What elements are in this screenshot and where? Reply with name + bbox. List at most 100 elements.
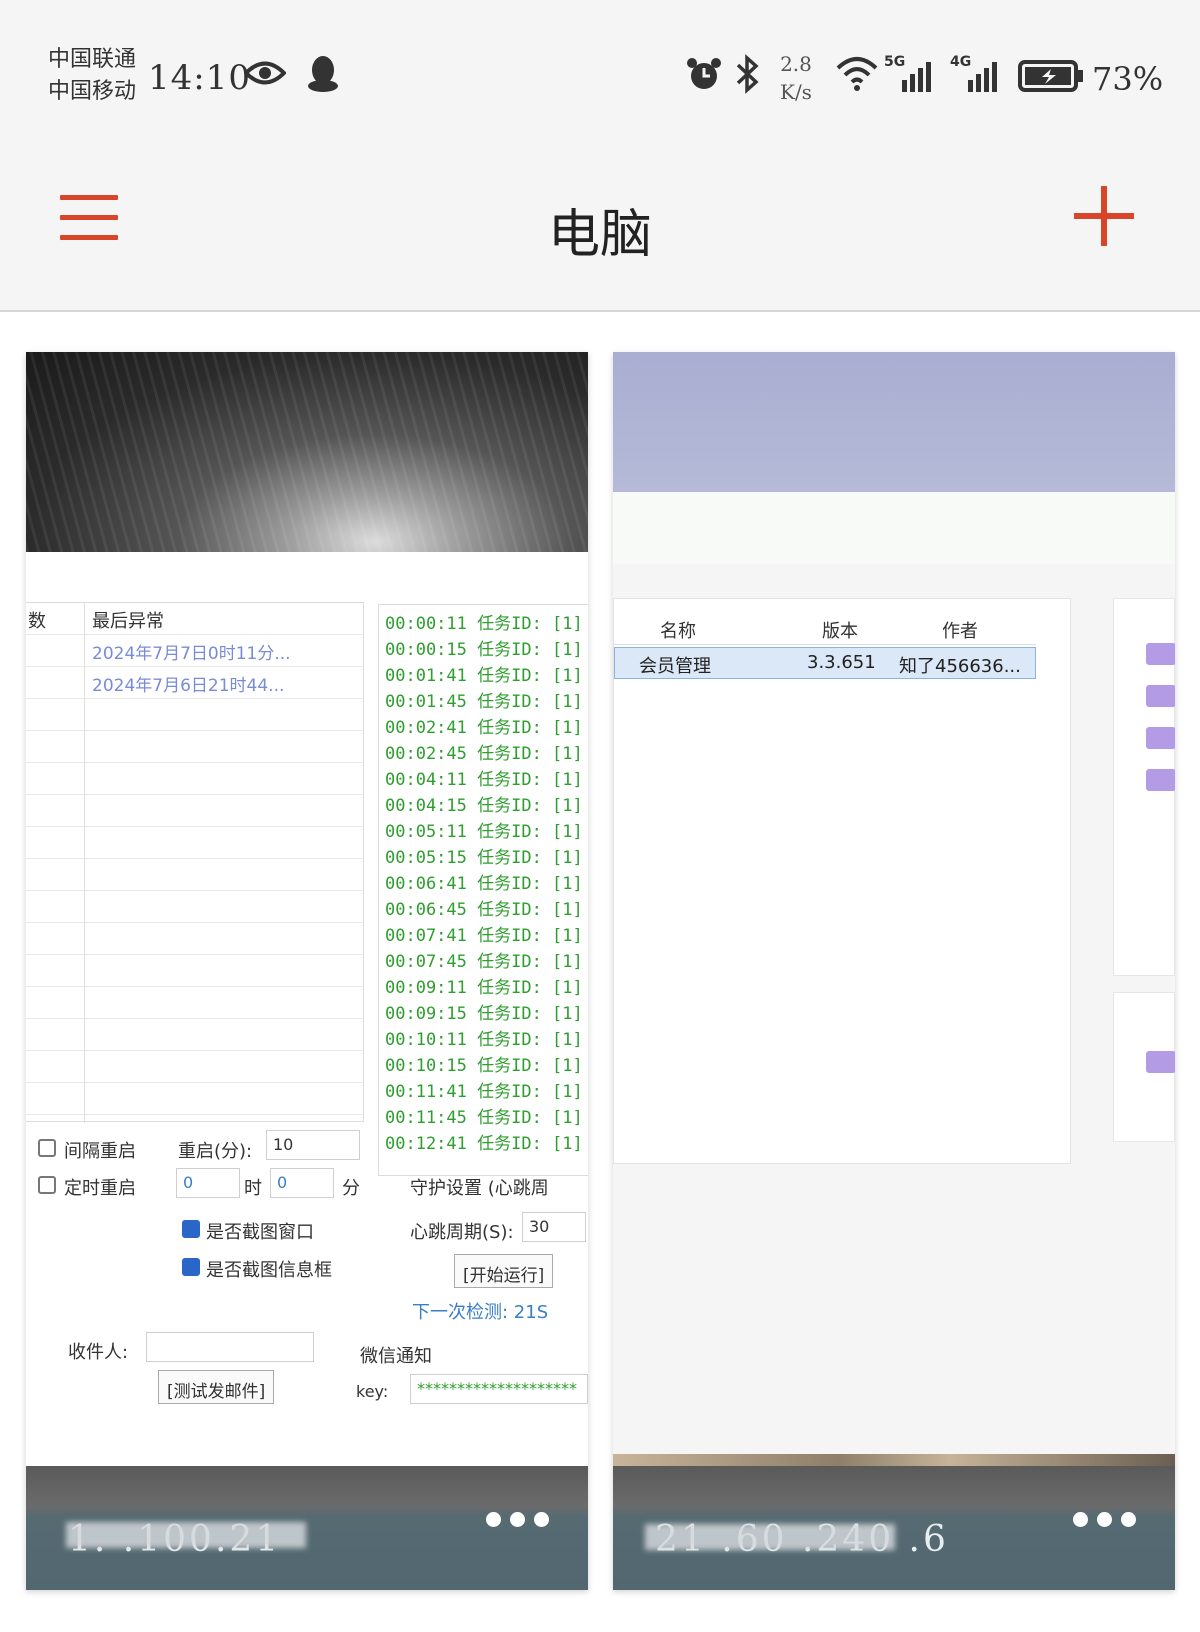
restart-minutes-label: 重启(分):	[178, 1141, 253, 1162]
log-line: 00:11:45 任务ID: [1]	[385, 1108, 583, 1128]
bluetooth-icon	[736, 54, 759, 94]
log-line: 00:00:11 任务ID: [1]	[385, 614, 583, 634]
capture-window-checkbox	[182, 1220, 200, 1238]
log-line: 00:04:15 任务ID: [1]	[385, 796, 583, 816]
timed-restart-checkbox	[38, 1176, 56, 1194]
log-line: 00:06:41 任务ID: [1]	[385, 874, 583, 894]
log-line: 00:02:45 任务ID: [1]	[385, 744, 583, 764]
more-dots-icon	[1073, 1512, 1088, 1527]
log-line: 00:07:45 任务ID: [1]	[385, 952, 583, 972]
app-bar: 电脑	[0, 150, 1200, 312]
side-panel	[1113, 992, 1175, 1142]
status-time: 14:10	[148, 58, 251, 98]
more-options-button[interactable]	[1073, 1508, 1137, 1532]
log-line: 00:10:15 任务ID: [1]	[385, 1056, 583, 1076]
log-line: 00:11:41 任务ID: [1]	[385, 1082, 583, 1102]
log-line: 00:12:41 任务ID: [1]	[385, 1134, 583, 1154]
log-line: 00:05:15 任务ID: [1]	[385, 848, 583, 868]
eye-icon	[244, 61, 286, 85]
table-header: 名称 版本 作者	[614, 613, 1036, 645]
more-dots-icon	[486, 1512, 501, 1527]
device-card[interactable]: 名称 版本 作者 会员管理 3.3.651 知了456636... 21 .60…	[613, 352, 1175, 1590]
hour-label: 时	[244, 1178, 262, 1199]
remote-screen-thumbnail: 数 最后异常 2024年7月7日0时11分... 2024年7月6日21时44.…	[26, 552, 588, 1466]
task-grid: 数 最后异常 2024年7月7日0时11分... 2024年7月6日21时44.…	[26, 602, 364, 1123]
battery-percent: 73%	[1092, 60, 1164, 98]
card-footer: 21 .60 .240 .6	[613, 1466, 1175, 1590]
carrier-1: 中国联通	[48, 47, 137, 72]
more-options-button[interactable]	[486, 1508, 550, 1532]
tag	[1146, 643, 1175, 665]
cell-version: 3.3.651	[807, 652, 876, 673]
tag	[1146, 769, 1175, 791]
grid-header: 数	[28, 611, 46, 632]
qq-icon	[308, 56, 338, 92]
log-line: 00:01:45 任务ID: [1]	[385, 692, 583, 712]
net-speed-value: 2.8	[780, 52, 812, 76]
minute-select: 0	[270, 1168, 334, 1198]
wechat-notify-label: 微信通知	[360, 1346, 432, 1367]
test-mail-button: [测试发邮件]	[158, 1370, 275, 1404]
interval-restart-label: 间隔重启	[64, 1141, 136, 1162]
table-row: 会员管理 3.3.651 知了456636...	[614, 647, 1036, 679]
battery-icon	[1018, 60, 1083, 92]
log-line: 00:09:15 任务ID: [1]	[385, 1004, 583, 1024]
tag	[1146, 685, 1175, 707]
log-line: 00:02:41 任务ID: [1]	[385, 718, 583, 738]
column-header: 名称	[660, 621, 696, 642]
remote-screen-thumbnail: 名称 版本 作者 会员管理 3.3.651 知了456636...	[613, 492, 1175, 1466]
column-header: 版本	[822, 621, 858, 642]
status-bar: 中国联通 中国移动 14:10 2.8 K/s 5G 4G 73%	[0, 0, 1200, 150]
log-line: 00:06:45 任务ID: [1]	[385, 900, 583, 920]
capture-message-checkbox	[182, 1258, 200, 1276]
log-panel: 00:00:11 任务ID: [1] 00:00:15 任务ID: [1] 00:0…	[378, 604, 588, 1176]
device-card[interactable]: 数 最后异常 2024年7月7日0时11分... 2024年7月6日21时44.…	[26, 352, 588, 1590]
ip-privacy-blur	[66, 1522, 306, 1548]
signal-bars-2-icon	[968, 62, 997, 92]
carrier-2: 中国移动	[48, 79, 137, 104]
key-label: key:	[356, 1382, 389, 1401]
wifi-icon	[836, 57, 878, 91]
wallpaper-image	[613, 352, 1175, 492]
log-line: 00:10:11 任务ID: [1]	[385, 1030, 583, 1050]
key-field: ********************	[410, 1374, 588, 1404]
log-line: 00:01:41 任务ID: [1]	[385, 666, 583, 686]
capture-window-label: 是否截图窗口	[206, 1222, 314, 1243]
net-speed: 2.8 K/s	[780, 50, 812, 106]
side-panel	[1113, 598, 1175, 976]
log-line: 00:09:11 任务ID: [1]	[385, 978, 583, 998]
recipient-label: 收件人:	[68, 1342, 129, 1363]
interval-restart-checkbox	[38, 1139, 56, 1157]
restart-minutes-field: 10	[266, 1130, 360, 1160]
heartbeat-label: 心跳周期(S):	[410, 1222, 514, 1243]
heartbeat-field: 30	[522, 1212, 586, 1242]
recipient-field	[146, 1332, 314, 1362]
minute-label: 分	[342, 1178, 360, 1199]
net-speed-unit: K/s	[780, 80, 812, 104]
grid-cell: 2024年7月7日0时11分...	[92, 644, 291, 664]
hour-select: 0	[176, 1168, 240, 1198]
page-title: 电脑	[547, 205, 652, 265]
column-header: 作者	[942, 621, 978, 642]
cell-name: 会员管理	[639, 656, 711, 677]
timed-restart-label: 定时重启	[64, 1178, 136, 1199]
log-line: 00:00:15 任务ID: [1]	[385, 640, 583, 660]
cell-author: 知了456636...	[899, 656, 1021, 677]
capture-message-label: 是否截图信息框	[206, 1260, 332, 1281]
grid-cell: 2024年7月6日21时44...	[92, 676, 285, 696]
carrier-labels: 中国联通 中国移动	[48, 44, 136, 108]
start-run-button: [开始运行]	[454, 1254, 554, 1288]
log-line: 00:07:41 任务ID: [1]	[385, 926, 583, 946]
grid-header: 最后异常	[92, 611, 164, 632]
add-device-button[interactable]	[1074, 186, 1134, 246]
plugin-table-panel: 名称 版本 作者 会员管理 3.3.651 知了456636...	[613, 598, 1071, 1164]
ip-privacy-blur	[645, 1524, 895, 1550]
log-line: 00:04:11 任务ID: [1]	[385, 770, 583, 790]
signal-bars-icon	[902, 62, 931, 92]
tag	[1146, 727, 1175, 749]
guard-settings-label: 守护设置 (心跳周	[410, 1178, 549, 1199]
tag	[1146, 1051, 1175, 1073]
next-check-text: 下一次检测: 21S	[412, 1302, 549, 1323]
alarm-icon	[687, 58, 721, 89]
card-footer: 1. .100.21	[26, 1466, 588, 1590]
